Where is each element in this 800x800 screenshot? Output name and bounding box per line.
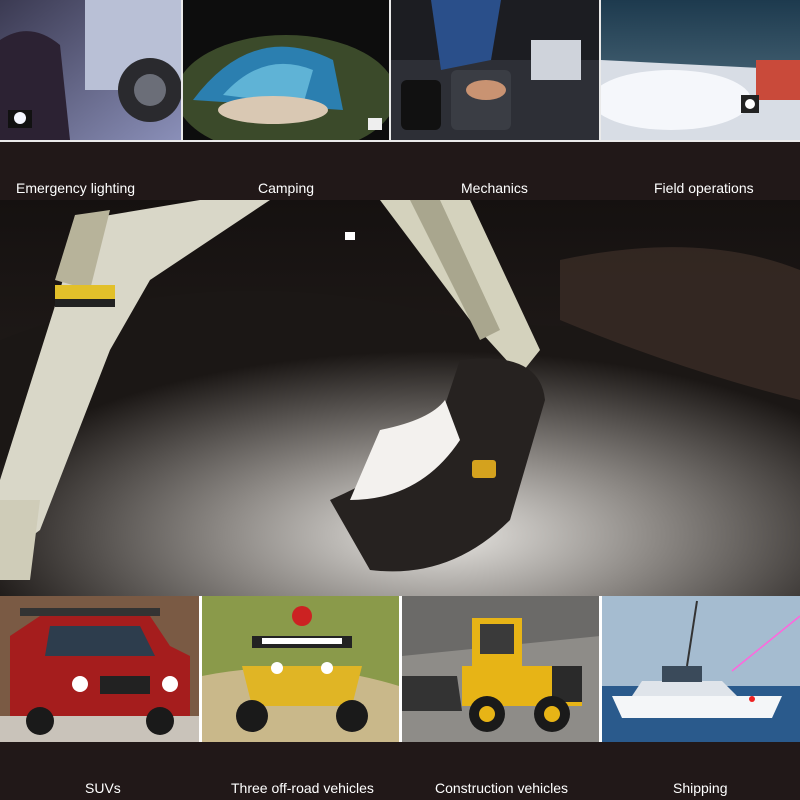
caption-camping: Camping bbox=[258, 180, 315, 196]
caption-construction-vehicles: Construction vehicles bbox=[435, 780, 569, 796]
bottom-photo-row bbox=[0, 596, 800, 742]
caption-mechanics: Mechanics bbox=[461, 180, 528, 196]
bottom-caption-band: SUVs Three off-road vehicles Constructio… bbox=[0, 742, 800, 800]
caption-field-operations: Field operations bbox=[654, 180, 754, 196]
mechanics-photo bbox=[391, 0, 599, 140]
caption-shipping: Shipping bbox=[673, 780, 728, 796]
offroad-photo bbox=[202, 596, 399, 742]
shipping-photo bbox=[601, 596, 800, 742]
caption-offroad-vehicles: Three off-road vehicles bbox=[231, 780, 374, 796]
construction-photo bbox=[401, 596, 599, 742]
caption-suvs: SUVs bbox=[85, 780, 121, 796]
caption-emergency-lighting: Emergency lighting bbox=[16, 180, 136, 196]
suv-photo bbox=[0, 596, 200, 742]
top-photo-row bbox=[0, 0, 800, 142]
emergency-lighting-photo bbox=[0, 0, 181, 140]
field-operations-photo bbox=[601, 0, 800, 140]
camping-photo bbox=[183, 0, 389, 140]
excavator-night-photo bbox=[0, 200, 800, 596]
top-caption-band: Emergency lighting Camping Mechanics Fie… bbox=[0, 142, 800, 200]
